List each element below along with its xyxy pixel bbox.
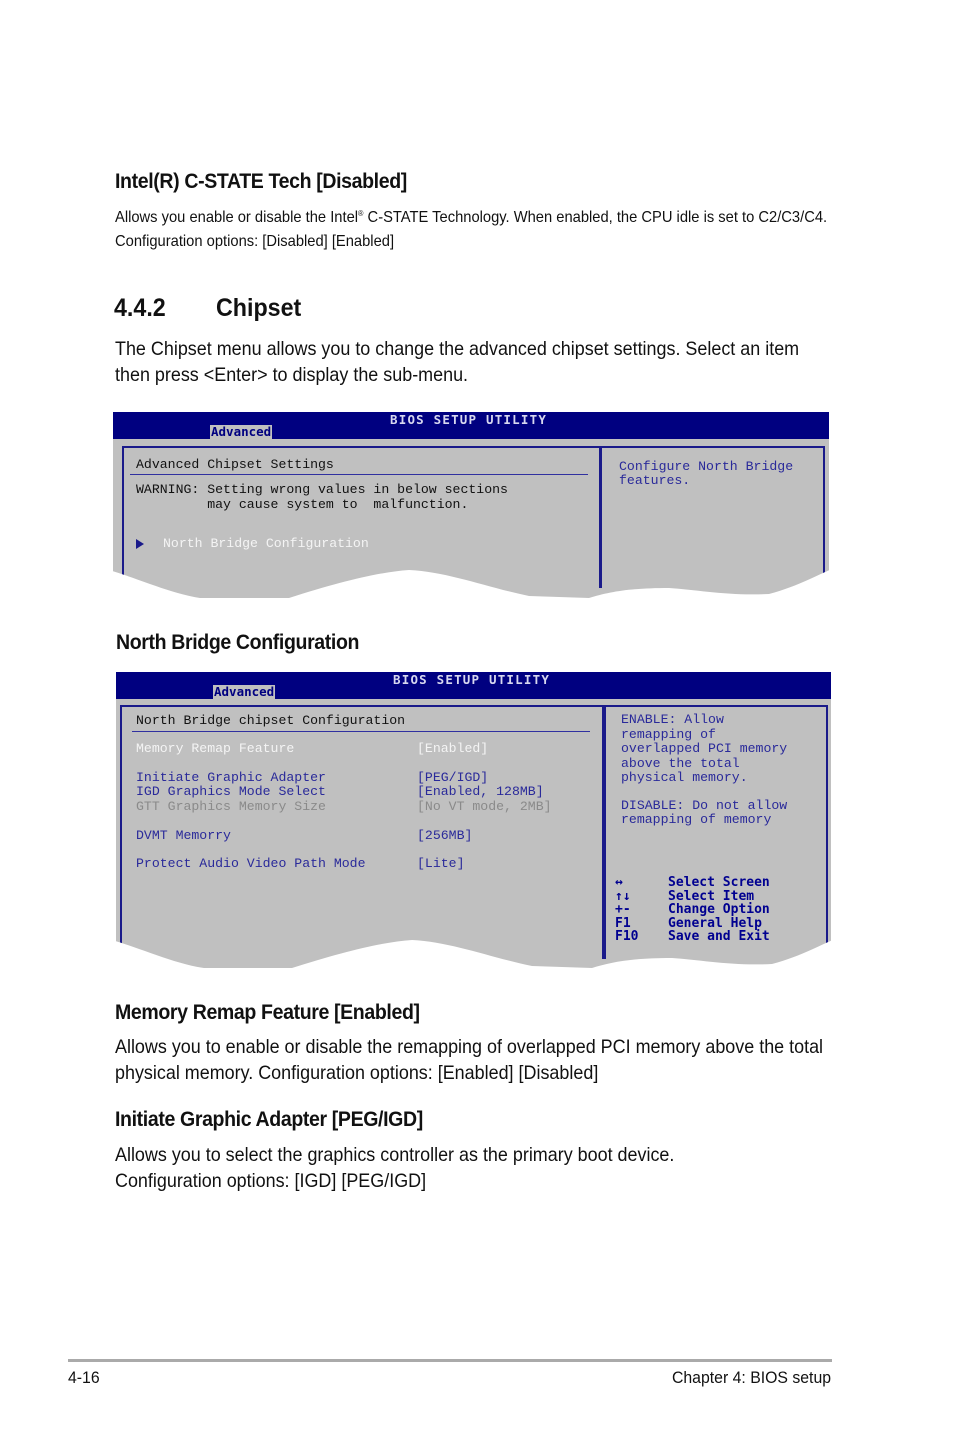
northbridge-heading: North Bridge Configuration <box>116 631 360 654</box>
submenu-north-bridge[interactable]: North Bridge Configuration <box>136 536 369 552</box>
key-action: Change Option <box>668 902 770 917</box>
memory-remap-heading: Memory Remap Feature [Enabled] <box>115 1001 420 1024</box>
setting-label: Protect Audio Video Path Mode <box>136 856 366 871</box>
torn-edge <box>109 564 839 600</box>
help-line: physical memory. <box>621 770 748 785</box>
graphic-adapter-heading: Initiate Graphic Adapter [PEG/IGD] <box>115 1108 423 1131</box>
setting-value: [Enabled] <box>417 741 489 756</box>
setting-label: DVMT Memorry <box>136 828 231 843</box>
key-f1: F1 <box>615 915 631 931</box>
bios-title: BIOS SETUP UTILITY <box>390 412 548 427</box>
memory-remap-description: Allows you to enable or disable the rema… <box>115 1036 824 1084</box>
setting-value: [No VT mode, 2MB] <box>417 799 552 814</box>
help-line: remapping of memory <box>621 812 772 827</box>
help-line <box>621 786 787 799</box>
footer-rule <box>68 1359 832 1362</box>
panel-title: Advanced Chipset Settings <box>136 457 334 472</box>
key-action: Select Screen <box>668 875 770 890</box>
help-line: overlapped PCI memory <box>621 741 788 756</box>
cstate-description-pre: Allows you enable or disable the Intel <box>115 209 359 226</box>
setting-value: [Enabled, 128MB] <box>417 784 544 799</box>
bios-title: BIOS SETUP UTILITY <box>393 672 551 687</box>
bios-title-bar: BIOS SETUP UTILITY Advanced <box>116 672 831 699</box>
setting-label: IGD Graphics Mode Select <box>136 784 326 799</box>
bios-screen-chipset: BIOS SETUP UTILITY Advanced Advanced Chi… <box>109 412 839 600</box>
tab-advanced[interactable]: Advanced <box>210 425 273 439</box>
key-plus-minus-icon: +- <box>615 902 631 917</box>
bios-screen-northbridge: BIOS SETUP UTILITY Advanced North Bridge… <box>112 672 842 970</box>
page-number: 4-16 <box>68 1368 100 1387</box>
graphic-adapter-description: Allows you to select the graphics contro… <box>115 1144 675 1192</box>
tab-advanced[interactable]: Advanced <box>213 685 276 699</box>
cstate-heading: Intel(R) C-STATE Tech [Disabled] <box>115 170 407 193</box>
bios-title-bar: BIOS SETUP UTILITY Advanced <box>113 412 829 439</box>
key-up-down-icon: ↑↓ <box>615 888 631 904</box>
key-action: General Help <box>668 915 762 931</box>
setting-value: [256MB] <box>417 828 473 843</box>
help-line-2: features. <box>619 473 691 488</box>
key-left-right-icon: ↔ <box>615 875 623 890</box>
section-title: Chipset <box>216 294 302 322</box>
setting-value: [Lite] <box>417 856 465 871</box>
panel-title-rule <box>130 474 588 475</box>
chapter-label: Chapter 4: BIOS setup <box>671 1368 831 1387</box>
setting-label: Memory Remap Feature <box>136 741 295 756</box>
help-text: ENABLE: Allow remapping of overlapped PC… <box>621 712 788 828</box>
key-action: Select Item <box>668 888 755 904</box>
warning-line-2: may cause system to malfunction. <box>136 497 469 512</box>
submenu-arrow-icon <box>136 539 144 550</box>
torn-edge <box>112 934 842 970</box>
submenu-label: North Bridge Configuration <box>163 536 369 551</box>
section-number: 4.4.2 <box>114 294 166 322</box>
panel-title: North Bridge chipset Configuration <box>136 713 406 728</box>
panel-title-rule <box>132 731 590 732</box>
help-line: DISABLE: Do not allow <box>621 797 788 813</box>
help-line: above the total <box>621 755 740 771</box>
cstate-description: Allows you enable or disable the Intel® … <box>115 202 842 254</box>
bios-main-pane: North Bridge chipset Configuration Memor… <box>120 705 606 959</box>
setting-label: GTT Graphics Memory Size <box>136 799 326 814</box>
warning-line-1: WARNING: Setting wrong values in below s… <box>136 482 508 497</box>
help-line: ENABLE: Allow <box>621 712 724 727</box>
chipset-description: The Chipset menu allows you to change th… <box>115 338 800 386</box>
help-line: remapping of <box>621 726 716 742</box>
bios-help-pane: ENABLE: Allow remapping of overlapped PC… <box>602 705 828 959</box>
